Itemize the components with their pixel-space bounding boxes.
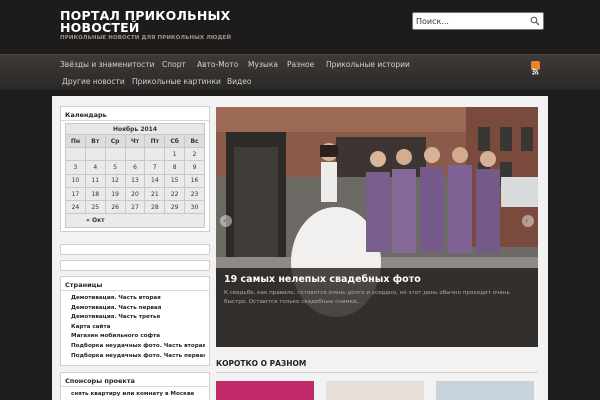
calendar-day: 30 — [184, 200, 205, 215]
calendar-day: 5 — [104, 160, 126, 175]
nav-item-funny-stories[interactable]: Прикольные истории — [326, 60, 410, 69]
calendar-day — [124, 146, 146, 162]
slider-caption: 19 самых нелепых свадебных фото К свадьб… — [216, 268, 538, 347]
weekday-header: Пт — [144, 134, 166, 148]
search-box — [412, 12, 544, 30]
weekday-header: Чт — [124, 134, 146, 148]
calendar-day: 6 — [124, 160, 146, 175]
calendar-day: 14 — [144, 173, 166, 188]
pages-list: Демотивация. Часть вторая Демотивация. Ч… — [61, 291, 209, 361]
nav-item-sport[interactable]: Спорт — [162, 60, 186, 69]
calendar-day: 17 — [65, 186, 86, 202]
post-thumbnail[interactable] — [326, 381, 424, 400]
page-link[interactable]: Демотивация. Часть вторая — [71, 294, 205, 304]
weekday-header: Вс — [184, 134, 205, 148]
weekday-header: Пн — [65, 134, 86, 148]
calendar-day: 18 — [84, 186, 106, 202]
calendar-day — [65, 146, 86, 162]
empty-widget — [60, 260, 210, 271]
calendar-day: 11 — [84, 173, 106, 188]
nav-item-funny-pictures[interactable]: Прикольные картинки — [132, 77, 221, 86]
sponsor-link[interactable]: снять квартиру или комнату в Москве — [71, 390, 205, 400]
page-link[interactable]: Подборка неудачных фото. Часть вторая — [71, 342, 205, 352]
nav-item-video[interactable]: Видео — [227, 77, 251, 86]
site-title[interactable]: ПОРТАЛ ПРИКОЛЬНЫХ НОВОСТЕЙ — [60, 9, 250, 34]
sponsors-widget: Спонсоры проекта снять квартиру или комн… — [60, 372, 210, 400]
site-header: ПОРТАЛ ПРИКОЛЬНЫХ НОВОСТЕЙ ПРИКОЛЬНЫЕ НО… — [0, 0, 600, 54]
content-wrapper: Календарь Ноябрь 2014 Пн Вт Ср Чт Пт Сб … — [52, 96, 548, 400]
weekday-header: Ср — [104, 134, 126, 148]
calendar-caption: Ноябрь 2014 — [65, 123, 205, 134]
calendar-day: 15 — [164, 173, 186, 188]
section-title: КОРОТКО О РАЗНОМ — [216, 359, 307, 368]
slider-excerpt: К свадьбе, как правило, готовятся очень … — [224, 290, 510, 305]
page-link[interactable]: Карта сайта — [71, 323, 205, 333]
featured-slider[interactable]: ‹ › 19 самых нелепых свадебных фото К св… — [216, 107, 538, 347]
nav-item-celebrities[interactable]: Звёзды и знаменитости — [60, 60, 154, 69]
section-divider — [216, 372, 538, 373]
calendar-day: 16 — [184, 173, 205, 188]
calendar-day: 9 — [184, 160, 205, 175]
pages-widget: Страницы Демотивация. Часть вторая Демот… — [60, 276, 210, 366]
nav-item-other-news[interactable]: Другие новости — [62, 77, 125, 86]
slider-next-button[interactable]: › — [522, 215, 534, 227]
page-link[interactable]: Демотивация. Часть третья — [71, 313, 205, 323]
calendar-day: 3 — [65, 160, 86, 175]
weekday-header: Сб — [164, 134, 186, 148]
page-link[interactable]: Подборка неудачных фото. Часть первая — [71, 352, 205, 362]
calendar-day: 19 — [104, 186, 126, 202]
calendar-day: 29 — [164, 200, 186, 215]
calendar-day: 8 — [164, 160, 186, 175]
calendar-day: 20 — [124, 186, 146, 202]
calendar-day — [104, 146, 126, 162]
calendar-day: 22 — [164, 186, 186, 202]
calendar-day: 28 — [144, 200, 166, 215]
site-description: ПРИКОЛЬНЫЕ НОВОСТИ ДЛЯ ПРИКОЛЬНЫХ ЛЮДЕЙ — [60, 35, 232, 41]
main-nav: Звёзды и знаменитости Спорт Авто-Мото Му… — [0, 54, 600, 90]
calendar-prev-month-link[interactable]: « Окт — [65, 213, 205, 228]
chevron-right-icon: › — [525, 216, 529, 225]
nav-item-misc[interactable]: Разное — [287, 60, 314, 69]
post-thumbnail[interactable] — [216, 381, 314, 400]
calendar-table: Ноябрь 2014 Пн Вт Ср Чт Пт Сб Вс 1 2 3 4… — [65, 123, 205, 228]
calendar-day: 2 — [184, 146, 205, 162]
slider-prev-button[interactable]: ‹ — [220, 215, 232, 227]
sponsors-widget-title: Спонсоры проекта — [61, 373, 209, 387]
calendar-day: 1 — [164, 146, 186, 162]
calendar-day: 10 — [65, 173, 86, 188]
calendar-day: 7 — [144, 160, 166, 175]
calendar-day — [84, 146, 106, 162]
empty-widget — [60, 244, 210, 255]
calendar-day — [144, 146, 166, 162]
chevron-left-icon: ‹ — [223, 216, 227, 225]
calendar-day: 27 — [124, 200, 146, 215]
page-link[interactable]: Магазин мобильного софта — [71, 332, 205, 342]
search-input[interactable] — [416, 15, 528, 27]
sponsors-list: снять квартиру или комнату в Москве — [61, 387, 209, 400]
calendar-day: 23 — [184, 186, 205, 202]
post-thumbnail[interactable] — [436, 381, 534, 400]
calendar-widget: Календарь Ноябрь 2014 Пн Вт Ср Чт Пт Сб … — [60, 106, 210, 232]
slider-title[interactable]: 19 самых нелепых свадебных фото — [224, 274, 421, 285]
weekday-header: Вт — [84, 134, 106, 148]
nav-item-music[interactable]: Музыка — [248, 60, 278, 69]
calendar-day: 25 — [84, 200, 106, 215]
calendar-day: 12 — [104, 173, 126, 188]
page-link[interactable]: Демотивация. Часть первая — [71, 304, 205, 314]
pages-widget-title: Страницы — [61, 277, 209, 291]
calendar-day: 24 — [65, 200, 86, 215]
calendar-day: 21 — [144, 186, 166, 202]
search-icon[interactable] — [530, 16, 540, 26]
calendar-day: 4 — [84, 160, 106, 175]
calendar-widget-title: Календарь — [61, 107, 209, 121]
rss-icon[interactable] — [531, 61, 540, 75]
calendar-day: 26 — [104, 200, 126, 215]
calendar-day: 13 — [124, 173, 146, 188]
nav-item-auto-moto[interactable]: Авто-Мото — [197, 60, 238, 69]
